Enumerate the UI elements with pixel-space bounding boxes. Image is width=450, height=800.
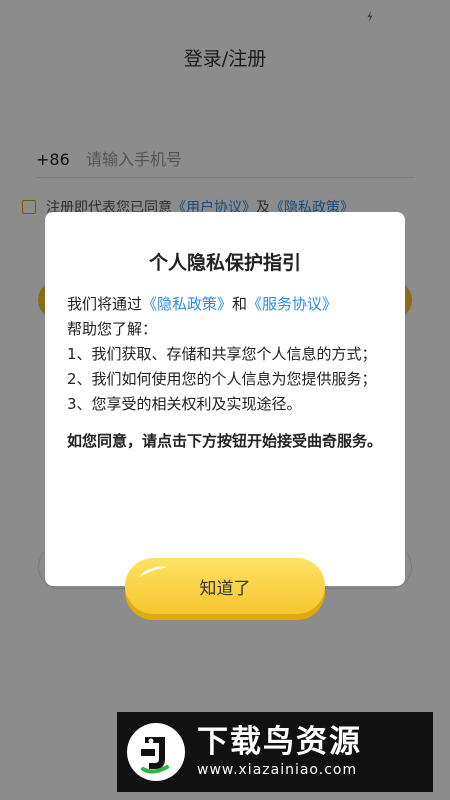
intro-suffix: 帮助您了解：: [67, 320, 158, 338]
dialog-privacy-link[interactable]: 《隐私政策》: [142, 295, 232, 313]
dialog-item-2: 2、我们如何使用您的个人信息为您提供服务；: [67, 370, 377, 388]
dialog-item-3: 3、您享受的相关权利及实现途径。: [67, 395, 302, 413]
dialog-item-1: 1、我们获取、存储和共享您个人信息的方式；: [67, 345, 377, 363]
intro-prefix: 我们将通过: [67, 295, 143, 313]
dialog-title: 个人隐私保护指引: [148, 252, 301, 274]
dialog-service-link[interactable]: 《服务协议》: [247, 295, 337, 313]
ok-button-label: 知道了: [199, 578, 251, 599]
watermark: 下载鸟资源 www.xiazainiao.com: [117, 712, 433, 792]
watermark-url: www.xiazainiao.com: [197, 762, 358, 778]
ok-button[interactable]: 知道了: [125, 558, 325, 614]
watermark-text: 下载鸟资源 www.xiazainiao.com: [197, 724, 362, 780]
watermark-bird-logo: [127, 723, 185, 781]
privacy-dialog: 个人隐私保护指引 我们将通过《隐私政策》和《服务协议》 帮助您了解： 1、我们获…: [45, 212, 405, 586]
intro-and: 和: [232, 295, 248, 313]
dialog-note: 如您同意，请点击下方按钮开始接受曲奇服务。: [67, 432, 383, 450]
dialog-body: 我们将通过《隐私政策》和《服务协议》 帮助您了解： 1、我们获取、存储和共享您个…: [67, 292, 387, 454]
watermark-name: 下载鸟资源: [197, 724, 362, 760]
dialog-intro: 我们将通过《隐私政策》和《服务协议》: [67, 292, 387, 317]
button-shine: [138, 563, 168, 583]
